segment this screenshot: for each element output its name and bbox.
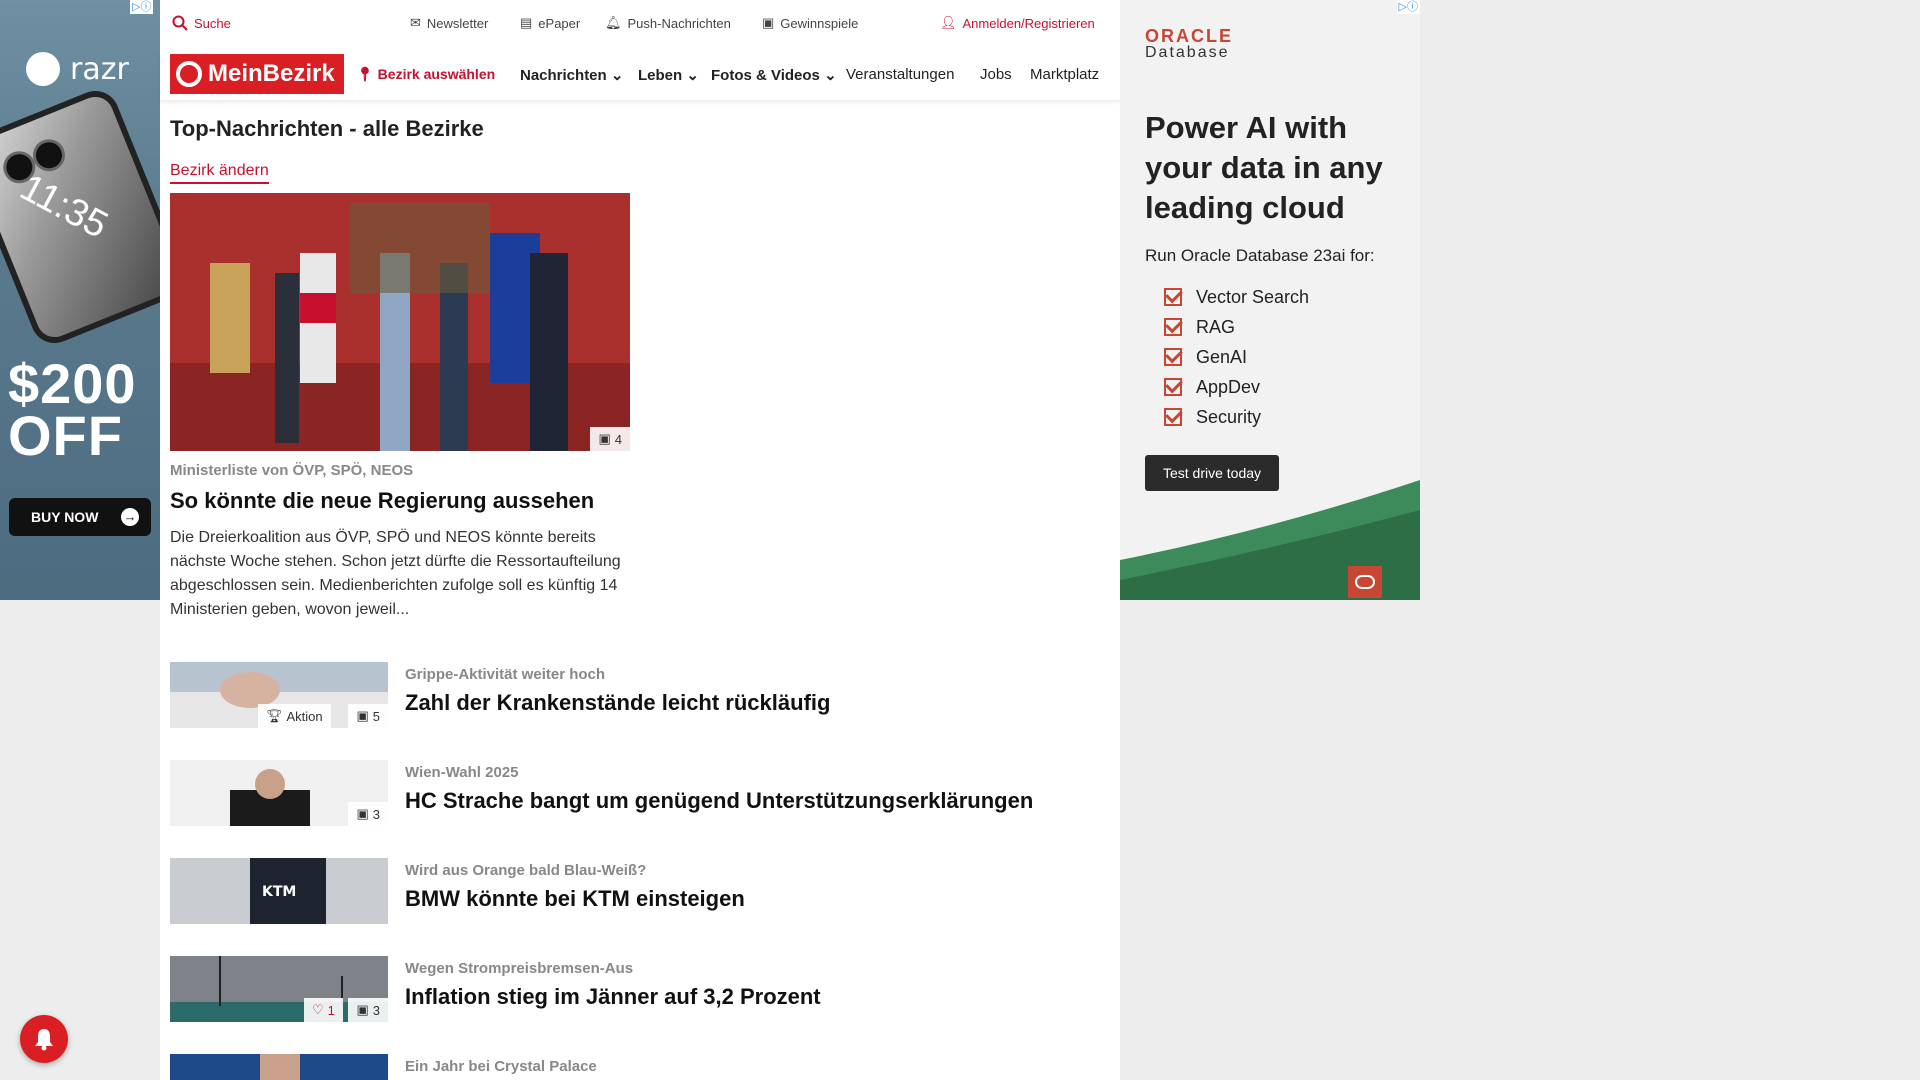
feature-item: GenAI: [1164, 342, 1309, 372]
image-count-badge: ▣ 3: [348, 802, 388, 826]
logo-icon: [176, 61, 202, 87]
games-link[interactable]: ▣ Gewinnspiele: [762, 15, 858, 31]
notification-bell-button[interactable]: [20, 1015, 68, 1063]
lead-title-link[interactable]: So könnte die neue Regierung aussehen: [170, 488, 594, 514]
article-thumbnail[interactable]: ▣ 3: [170, 760, 388, 826]
select-district-button[interactable]: 📍︎ Bezirk auswählen: [356, 66, 495, 83]
likes-badge: ♡ 1: [304, 998, 343, 1022]
article-title-link[interactable]: BMW könnte bei KTM einsteigen: [405, 886, 745, 912]
arrow-right-icon: →: [121, 508, 139, 526]
phone-clock: 11:35: [13, 166, 115, 247]
user-icon: 👤︎: [940, 15, 957, 30]
svg-text:KTM: KTM: [262, 884, 296, 900]
image-count-badge: ▣ 4: [590, 427, 630, 451]
chevron-down-icon: ⌄: [610, 67, 624, 84]
article-row[interactable]: ♡ 1 ▣ 3 Wegen Strompreisbremsen-Aus Inflat…: [170, 956, 1110, 1022]
heart-icon: ♡: [312, 1002, 324, 1017]
gallery-icon: ▣: [356, 1002, 369, 1017]
nav-leben[interactable]: Leben ⌄: [638, 66, 699, 84]
motorola-logo-icon: [26, 52, 60, 86]
nav-nachrichten[interactable]: Nachrichten ⌄: [520, 66, 623, 84]
ad-headline: Power AI with your data in any leading c…: [1145, 110, 1383, 225]
left-ad-banner[interactable]: ▷ⓘ razr 11:35 $200 OFF BUY NOW →: [0, 0, 160, 600]
chevron-down-icon: ⌄: [824, 67, 837, 84]
checkmark-icon: [1164, 348, 1182, 366]
feature-list: Vector Search RAG GenAI AppDev Security: [1164, 282, 1309, 432]
feature-item: Security: [1164, 402, 1309, 432]
article-kicker: Wegen Strompreisbremsen-Aus: [405, 960, 634, 977]
article-thumbnail[interactable]: [170, 1054, 388, 1080]
article-thumbnail[interactable]: 🏆︎ Aktion ▣ 5: [170, 662, 388, 728]
ad-brand: razr: [70, 52, 129, 87]
ad-subline: Run Oracle Database 23ai for:: [1145, 246, 1375, 265]
article-thumbnail[interactable]: KTM: [170, 858, 388, 924]
nav-marktplatz[interactable]: Marktplatz: [1030, 66, 1110, 83]
ad-choices-icon[interactable]: ▷ⓘ: [130, 0, 154, 14]
checkmark-icon: [1164, 318, 1182, 336]
search-icon: [172, 15, 188, 31]
change-district-link[interactable]: Bezirk ändern: [170, 162, 269, 184]
lead-photo: [170, 193, 630, 451]
site-logo[interactable]: MeinBezirk: [170, 54, 344, 94]
gallery-icon: ▣: [356, 708, 369, 723]
lead-article-image[interactable]: ▣ 4: [170, 193, 630, 451]
top-utility-bar: Suche ✉ Newsletter ▤ ePaper 🔔︎ Push-Nachric…: [160, 0, 1120, 46]
nav-veranstaltungen[interactable]: Veranstaltungen: [846, 66, 954, 83]
checkmark-icon: [1164, 288, 1182, 306]
newsletter-link[interactable]: ✉ Newsletter: [410, 15, 488, 31]
nav-fotos-videos[interactable]: Fotos & Videos ⌄: [711, 66, 837, 84]
image-count-badge: ▣ 3: [348, 998, 388, 1022]
section-title: Top-Nachrichten - alle Bezirke: [170, 116, 484, 141]
bell-icon: 🔔︎: [605, 15, 622, 30]
prize-icon: ▣: [762, 15, 775, 30]
action-badge: 🏆︎ Aktion: [258, 704, 331, 728]
main-navigation: MeinBezirk 📍︎ Bezirk auswählen Nachricht…: [160, 50, 1120, 101]
gallery-icon: ▣: [356, 806, 369, 821]
article-row[interactable]: Ein Jahr bei Crystal Palace: [170, 1054, 1110, 1080]
ad-choices-icon[interactable]: ▷ⓘ: [1396, 0, 1420, 14]
article-thumbnail[interactable]: ♡ 1 ▣ 3: [170, 956, 388, 1022]
article-kicker: Ein Jahr bei Crystal Palace: [405, 1058, 597, 1075]
ad-price: $200 OFF: [8, 352, 137, 467]
article-kicker: Wird aus Orange bald Blau-Weiß?: [405, 862, 647, 879]
ad-wave-graphic: [1120, 480, 1420, 600]
article-kicker: Grippe-Aktivität weiter hoch: [405, 666, 606, 683]
checkmark-icon: [1164, 408, 1182, 426]
article-kicker: Wien-Wahl 2025: [405, 764, 519, 781]
push-notifications-link[interactable]: 🔔︎ Push-Nachrichten: [605, 15, 731, 31]
login-link[interactable]: 👤︎ Anmelden/Registrieren: [940, 15, 1095, 31]
oracle-logo-sub: Database: [1145, 44, 1230, 61]
article-title-link[interactable]: Inflation stieg im Jänner auf 3,2 Prozen…: [405, 984, 821, 1010]
trophy-icon: 🏆︎: [266, 708, 283, 723]
article-row[interactable]: KTM Wird aus Orange bald Blau-Weiß? BMW …: [170, 858, 1110, 924]
article-row[interactable]: ▣ 3 Wien-Wahl 2025 HC Strache bangt um ge…: [170, 760, 1110, 826]
feature-item: RAG: [1164, 312, 1309, 342]
gallery-icon: ▣: [598, 431, 611, 446]
nav-jobs[interactable]: Jobs: [980, 66, 1012, 83]
image-count-badge: ▣ 5: [348, 704, 388, 728]
lead-kicker: Ministerliste von ÖVP, SPÖ, NEOS: [170, 462, 414, 479]
chevron-down-icon: ⌄: [686, 67, 699, 84]
newspaper-icon: ▤: [520, 15, 533, 30]
search-link[interactable]: Suche: [172, 15, 231, 31]
main-content: Suche ✉ Newsletter ▤ ePaper 🔔︎ Push-Nachric…: [160, 0, 1120, 1080]
phone-image: 11:35: [0, 91, 160, 343]
buy-now-button[interactable]: BUY NOW →: [9, 498, 151, 536]
checkmark-icon: [1164, 378, 1182, 396]
epaper-link[interactable]: ▤ ePaper: [520, 15, 580, 31]
mail-icon: ✉: [410, 15, 421, 30]
article-title-link[interactable]: Zahl der Krankenstände leicht rückläufig: [405, 690, 830, 716]
bell-icon: [35, 1029, 53, 1051]
lead-teaser: Die Dreierkoalition aus ÖVP, SPÖ und NEO…: [170, 529, 621, 618]
location-pin-icon: 📍︎: [356, 66, 374, 82]
article-title-link[interactable]: HC Strache bangt um genügend Unterstützu…: [405, 788, 1033, 814]
right-ad-banner[interactable]: ▷ⓘ ORACLE Database Power AI with your da…: [1120, 0, 1420, 600]
article-row[interactable]: 🏆︎ Aktion ▣ 5 Grippe-Aktivität weiter hoch…: [170, 662, 1110, 728]
feature-item: Vector Search: [1164, 282, 1309, 312]
feature-item: AppDev: [1164, 372, 1309, 402]
